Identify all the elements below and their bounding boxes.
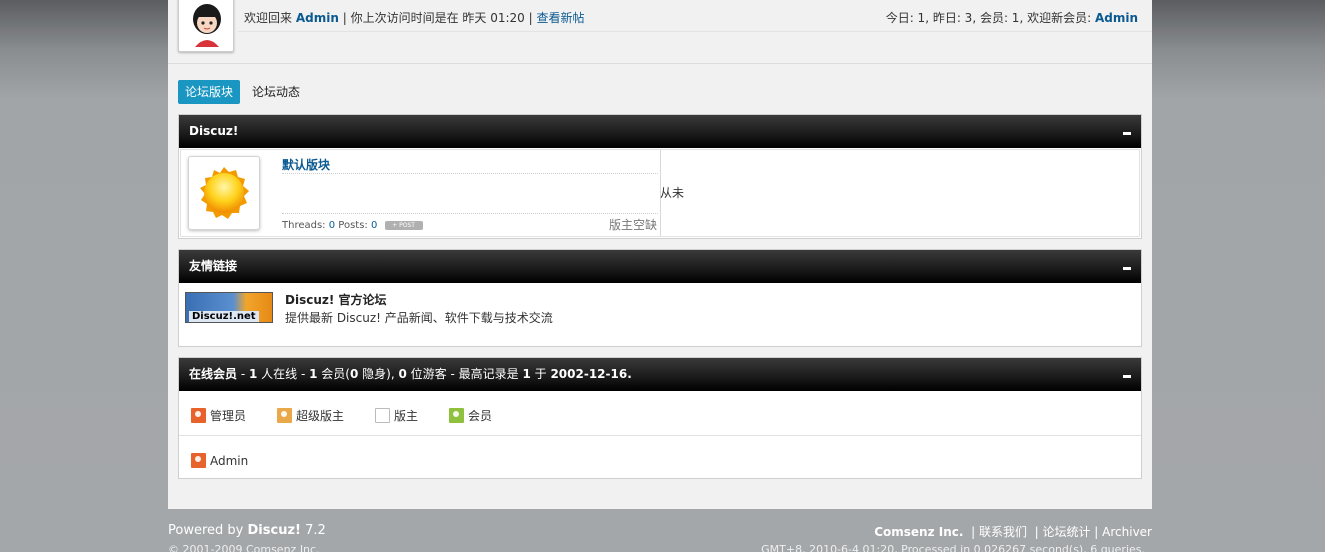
comsenz-link[interactable]: Comsenz Inc. (874, 525, 963, 539)
legend-admin: 管理员 (191, 407, 246, 424)
legend-mod: 版主 (375, 407, 418, 424)
newest-member-link[interactable]: Admin (1095, 11, 1138, 25)
logo-text: Discuz!.net (189, 311, 259, 322)
friend-link-desc: 提供最新 Discuz! 产品新闻、软件下载与技术交流 (285, 311, 553, 325)
view-new-posts-link[interactable]: 查看新帖 (536, 11, 584, 25)
friend-links-header[interactable]: 友情链接 (179, 250, 1141, 283)
last-visit-text: | 你上次访问时间是在 昨天 01:20 | (342, 11, 533, 25)
forum-stats-link[interactable]: 论坛统计 (1042, 525, 1090, 539)
avatar-image (185, 0, 229, 47)
welcome-prefix: 欢迎回来 (244, 11, 293, 25)
page-container: 欢迎回来 Admin | 你上次访问时间是在 昨天 01:20 | 查看新帖 今… (168, 0, 1152, 509)
online-header[interactable]: 在线会员 - 1 人在线 - 1 会员(0 隐身), 0 位游客 - 最高记录是… (179, 358, 1141, 391)
online-label: 在线会员 (189, 367, 238, 381)
forum-counts: Threads: 0 Posts: 0 + POST (282, 220, 423, 231)
footer-links: Comsenz Inc. | 联系我们 | 论坛统计 | Archiver (874, 525, 1152, 539)
contact-us-link[interactable]: 联系我们 (979, 525, 1027, 539)
user-bar: 欢迎回来 Admin | 你上次访问时间是在 昨天 01:20 | 查看新帖 今… (168, 0, 1152, 64)
threads-count[interactable]: 0 (329, 220, 335, 231)
forum-row: 默认版块 Threads: 0 Posts: 0 + POST 版主空缺 从未 (180, 149, 1140, 237)
collapse-icon[interactable] (1123, 132, 1131, 135)
super-moderator-icon (277, 408, 292, 423)
moderator-text: 版主空缺 (609, 218, 658, 232)
admin-icon (191, 408, 206, 423)
forum-stats: 今日: 1, 昨日: 3, 会员: 1, 欢迎新会员: Admin (886, 9, 1138, 26)
category-header[interactable]: Discuz! (179, 115, 1141, 148)
avatar[interactable] (178, 0, 234, 52)
archiver-link[interactable]: Archiver (1102, 525, 1152, 539)
friend-links-title: 友情链接 (189, 259, 238, 273)
admin-icon (191, 453, 206, 468)
friend-link-title[interactable]: Discuz! 官方论坛 (285, 291, 387, 308)
powered-by: Powered by Discuz! 7.2 (168, 523, 326, 538)
category-title: Discuz! (189, 124, 239, 138)
member-legend: 管理员 超级版主 版主 会员 (179, 392, 1141, 436)
posts-count[interactable]: 0 (371, 220, 377, 231)
welcome-text: 欢迎回来 Admin | 你上次访问时间是在 昨天 01:20 | 查看新帖 (244, 9, 585, 26)
discuz-link[interactable]: Discuz! (248, 523, 301, 538)
username-link[interactable]: Admin (296, 11, 339, 25)
divider (282, 213, 658, 214)
divider (238, 31, 1152, 32)
copyright: © 2001-2009 Comsenz Inc. (168, 543, 320, 552)
last-post-text: 从未 (660, 186, 685, 200)
tab-forum-sections[interactable]: 论坛版块 (178, 80, 241, 104)
forum-status-icon (188, 156, 260, 230)
online-user-link[interactable]: Admin (191, 453, 248, 468)
stats-text: 今日: 1, 昨日: 3, 会员: 1, 欢迎新会员: (885, 11, 1092, 25)
member-icon (449, 408, 464, 423)
online-members-box: 在线会员 - 1 人在线 - 1 会员(0 隐身), 0 位游客 - 最高记录是… (178, 357, 1142, 479)
category-box: Discuz! 默认版块 Threads: 0 Posts: 0 + POST … (178, 114, 1142, 239)
moderator-icon (375, 408, 390, 423)
divider (282, 173, 658, 174)
collapse-icon[interactable] (1123, 267, 1131, 270)
timing-info: GMT+8, 2010-6-4 01:20, Processed in 0.02… (761, 543, 1145, 552)
discuz-logo-link[interactable]: Discuz!.net (185, 292, 273, 323)
new-post-button[interactable]: + POST (384, 220, 423, 230)
collapse-icon[interactable] (1123, 375, 1131, 378)
tab-forum-activity[interactable]: 论坛动态 (252, 80, 300, 104)
legend-super-mod: 超级版主 (277, 407, 344, 424)
forum-name-link[interactable]: 默认版块 (282, 156, 330, 173)
legend-member: 会员 (449, 407, 492, 424)
friend-links-box: 友情链接 Discuz!.net Discuz! 官方论坛 提供最新 Discu… (178, 249, 1142, 347)
